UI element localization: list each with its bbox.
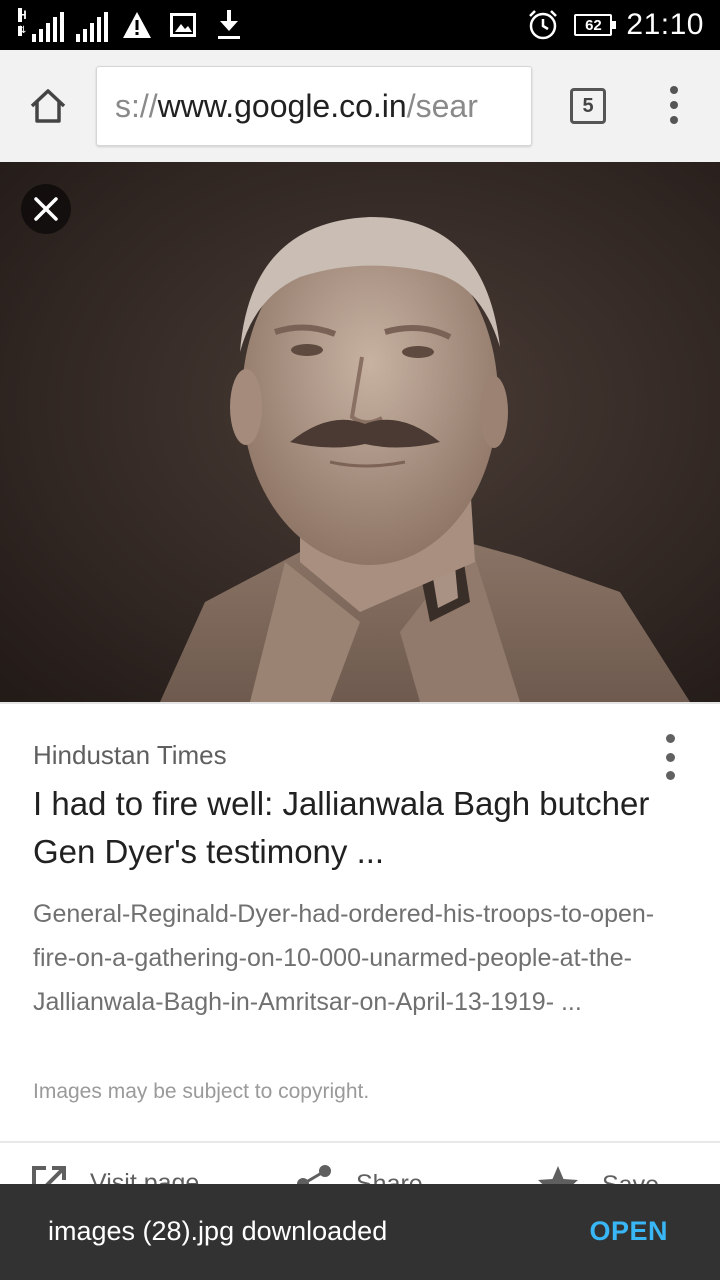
result-card: Hindustan Times I had to fire well: Jall… [0,702,720,1204]
browser-menu-button[interactable] [658,80,690,130]
result-image[interactable] [0,162,720,702]
divider [0,1141,720,1143]
url-bar[interactable]: s://www.google.co.in/sear [96,66,532,146]
status-bar: H ⇅ 62 21:10 [0,0,720,50]
battery-level: 62 [585,16,602,34]
home-icon [30,89,66,123]
url-domain: www.google.co.in [157,87,407,124]
download-icon [212,8,246,42]
image-icon [166,8,200,42]
result-more-button[interactable] [660,734,680,780]
result-source: Hindustan Times [33,740,227,770]
browser-toolbar: s://www.google.co.in/sear 5 [0,50,720,162]
result-description: General-Reginald-Dyer-had-ordered-his-tr… [33,900,655,1016]
data-arrows-icon: ⇅ [18,25,27,36]
url-path: /sear [406,87,478,124]
warning-icon [120,8,154,42]
network-type-label: H [18,8,27,22]
close-icon [34,197,58,221]
clock: 21:10 [626,8,704,41]
close-button[interactable] [21,184,71,234]
copyright-note: Images may be subject to copyright. [33,1080,370,1103]
result-title[interactable]: I had to fire well: Jallianwala Bagh but… [33,780,653,876]
battery-icon: 62 [574,14,617,36]
home-button[interactable] [22,80,74,132]
url-scheme: s:// [115,87,158,124]
tab-switcher-button[interactable]: 5 [570,88,606,124]
open-button[interactable]: OPEN [589,1216,668,1247]
signal-icon: H ⇅ [18,8,64,42]
snackbar-message: images (28).jpg downloaded [48,1216,388,1246]
alarm-icon [526,8,560,42]
signal-icon-secondary [76,12,108,42]
download-snackbar: images (28).jpg downloaded OPEN [0,1184,720,1280]
